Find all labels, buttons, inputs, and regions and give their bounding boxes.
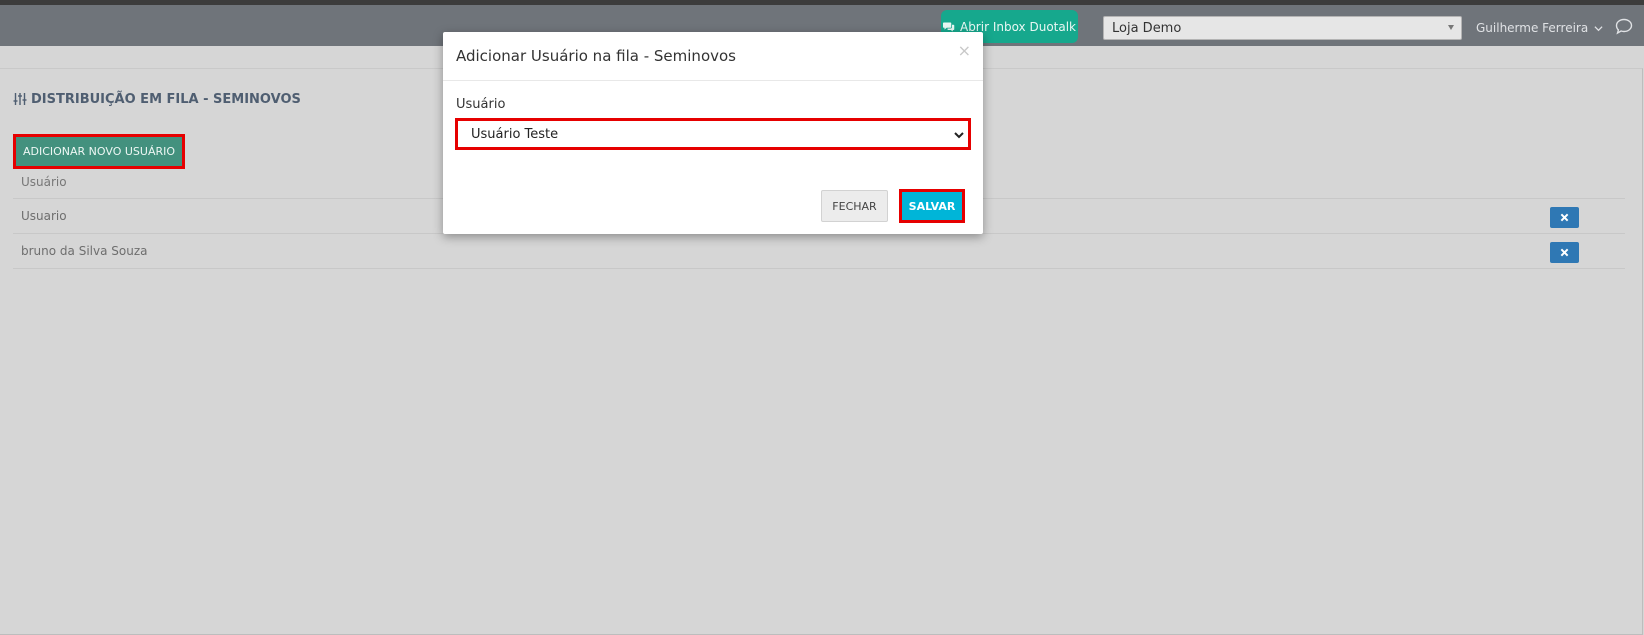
chevron-down-icon xyxy=(954,132,964,139)
table-row: bruno da Silva Souza xyxy=(13,234,1625,269)
user-field-label: Usuário xyxy=(456,97,506,112)
close-icon[interactable]: × xyxy=(958,41,971,60)
remove-user-button[interactable] xyxy=(1550,207,1579,228)
add-new-user-button[interactable]: ADICIONAR NOVO USUÁRIO xyxy=(13,134,185,169)
chat-icon[interactable] xyxy=(1615,18,1633,35)
store-select[interactable]: Loja Demo xyxy=(1103,16,1462,40)
save-button[interactable]: SALVAR xyxy=(899,189,965,223)
user-select-value: Usuário Teste xyxy=(471,126,559,142)
remove-user-button[interactable] xyxy=(1550,242,1579,263)
table-cell-user: Usuario xyxy=(21,209,67,223)
close-button[interactable]: FECHAR xyxy=(821,190,888,222)
chat-bubbles-icon xyxy=(942,22,955,31)
modal-title: Adicionar Usuário na fila - Seminovos xyxy=(456,47,736,65)
page-title: DISTRIBUIÇÃO EM FILA - SEMINOVOS xyxy=(13,90,301,108)
user-name: Guilherme Ferreira xyxy=(1476,21,1589,35)
table-cell-user: bruno da Silva Souza xyxy=(21,244,148,258)
store-select-value: Loja Demo xyxy=(1112,20,1182,36)
user-select[interactable]: Usuário Teste xyxy=(455,118,971,150)
modal-header: Adicionar Usuário na fila - Seminovos × xyxy=(443,32,983,81)
chevron-down-icon xyxy=(1594,25,1603,31)
page-title-text: DISTRIBUIÇÃO EM FILA - SEMINOVOS xyxy=(31,91,301,107)
sliders-icon xyxy=(13,93,27,105)
times-icon xyxy=(1560,213,1569,222)
times-icon xyxy=(1560,248,1569,257)
add-user-modal: Adicionar Usuário na fila - Seminovos × … xyxy=(443,32,983,234)
dropdown-caret-icon xyxy=(1448,25,1454,30)
user-menu[interactable]: Guilherme Ferreira xyxy=(1476,19,1603,37)
